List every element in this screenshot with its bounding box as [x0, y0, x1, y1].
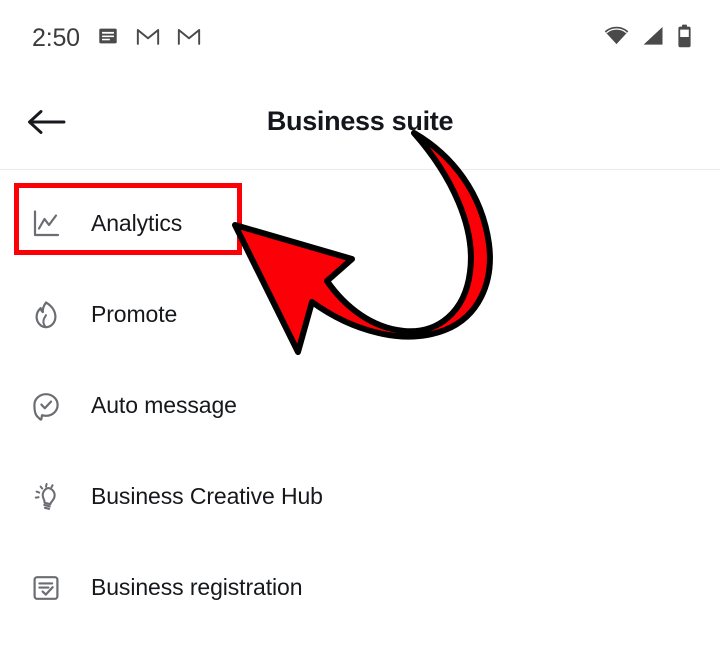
- page-title: Business suite: [266, 106, 454, 136]
- wifi-icon: [604, 26, 629, 51]
- line-chart-icon: [28, 206, 64, 242]
- status-bar-left: 2:50: [32, 25, 201, 52]
- flame-icon: [28, 297, 64, 333]
- gmail-m-icon: [136, 25, 160, 52]
- business-suite-menu: Analytics Promote Auto message Business …: [0, 178, 720, 633]
- menu-item-label: Analytics: [91, 210, 183, 236]
- status-clock: 2:50: [32, 23, 80, 52]
- menu-item-business-creative-hub[interactable]: Business Creative Hub: [0, 451, 720, 542]
- app-bar-divider: [0, 169, 720, 170]
- lightbulb-idea-icon: [28, 479, 64, 515]
- chat-bubble-check-icon: [28, 388, 64, 424]
- menu-item-analytics[interactable]: Analytics: [0, 178, 720, 269]
- menu-item-label: Auto message: [91, 392, 237, 418]
- document-check-icon: [28, 570, 64, 606]
- menu-item-label: Promote: [91, 301, 178, 327]
- menu-item-business-registration[interactable]: Business registration: [0, 542, 720, 633]
- status-bar: 2:50: [0, 0, 720, 76]
- status-bar-right: [604, 24, 692, 53]
- battery-icon: [677, 24, 692, 53]
- phone-screen: 2:50 Business suite Analytics Promote Au…: [0, 0, 720, 655]
- gmail-m-icon: [177, 25, 201, 52]
- news-article-icon: [97, 25, 119, 52]
- app-bar: Business suite: [0, 76, 720, 170]
- menu-item-label: Business Creative Hub: [91, 483, 323, 509]
- menu-item-auto-message[interactable]: Auto message: [0, 360, 720, 451]
- cellular-signal-icon: [642, 26, 664, 51]
- menu-item-promote[interactable]: Promote: [0, 269, 720, 360]
- menu-item-label: Business registration: [91, 574, 303, 600]
